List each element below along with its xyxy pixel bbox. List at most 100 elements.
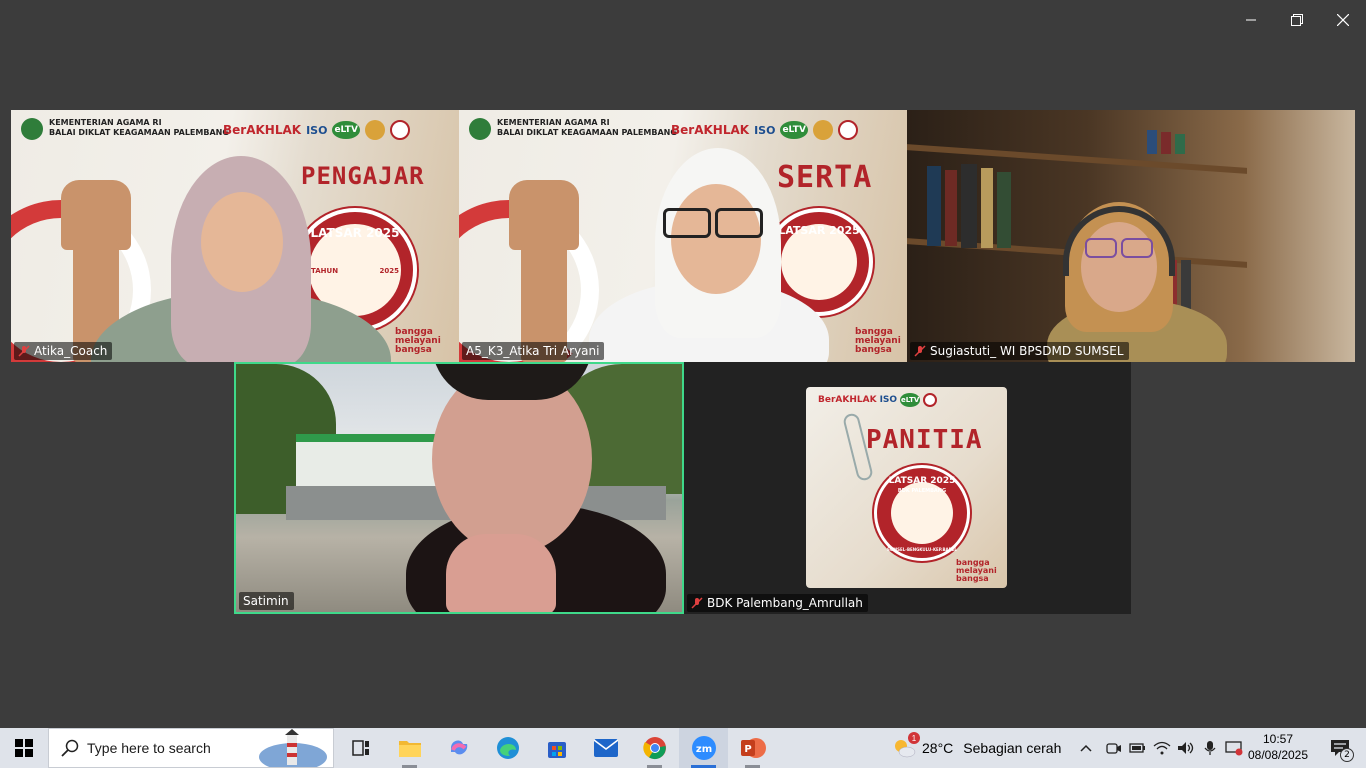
berakhlak-logo: BerAKHLAK	[671, 123, 750, 137]
seal-title: LATSAR 2025	[888, 476, 956, 486]
screen-recording-button[interactable]	[1224, 728, 1244, 768]
search-icon	[61, 739, 79, 757]
book	[927, 166, 941, 246]
window-controls	[1228, 0, 1366, 40]
book	[961, 164, 977, 248]
search-highlight-icon	[259, 729, 327, 767]
chrome-button[interactable]	[630, 728, 679, 768]
close-button[interactable]	[1320, 0, 1366, 40]
powerpoint-icon: P	[740, 738, 766, 758]
speaker-icon	[1178, 742, 1194, 754]
ministry-logo	[469, 118, 491, 140]
tagline-word-3: bangsa	[395, 345, 432, 355]
notification-count-badge: 2	[1340, 748, 1354, 762]
participant-name: Satimin	[243, 594, 289, 608]
show-hidden-icons-button[interactable]	[1076, 728, 1096, 768]
minimize-icon	[1246, 19, 1256, 21]
participant-video-glasses	[1085, 238, 1117, 258]
ministry-banner: KEMENTERIAN AGAMA RI BALAI DIKLAT KEAGAM…	[49, 118, 229, 138]
latsar-seal: LATSAR 2025 BDK PALEMBANG SUMSEL-BENGKUL…	[874, 465, 970, 561]
network-button[interactable]	[1152, 728, 1172, 768]
berakhlak-logo: BerAKHLAK	[223, 123, 302, 137]
participant-tile-active-speaker[interactable]: Satimin	[234, 362, 684, 614]
minimize-button[interactable]	[1228, 0, 1274, 40]
store-icon	[547, 742, 566, 758]
seal-tahun: TAHUN	[311, 267, 339, 275]
start-button[interactable]	[0, 728, 48, 768]
svg-text:zm: zm	[695, 744, 711, 755]
ministry-logo	[21, 118, 43, 140]
restore-button[interactable]	[1274, 0, 1320, 40]
book	[997, 172, 1011, 248]
weather-widget[interactable]: 1 28°C Sebagian cerah	[892, 728, 1061, 768]
chevron-up-icon	[1080, 744, 1092, 752]
participant-video-glasses	[715, 208, 763, 238]
participant-video-glasses	[1121, 238, 1153, 258]
tagline: bangga melayani bangsa	[855, 328, 901, 355]
iso-logo: ISO	[306, 123, 328, 137]
book	[981, 168, 993, 248]
iso-logo: ISO	[879, 395, 898, 405]
battery-plug-icon	[1129, 743, 1145, 753]
battery-button[interactable]	[1128, 728, 1148, 768]
weather-description: Sebagian cerah	[963, 740, 1062, 756]
berakhlak-logo: BerAKHLAK	[818, 395, 877, 405]
tagline: bangga melayani bangsa	[395, 328, 441, 355]
microphone-icon	[1204, 741, 1216, 755]
participant-tile[interactable]: KEMENTERIAN AGAMA RI BALAI DIKLAT KEAGAM…	[459, 110, 907, 362]
restore-icon	[1291, 14, 1303, 26]
participant-tile[interactable]: KEMENTERIAN AGAMA RI BALAI DIKLAT KEAGAM…	[11, 110, 459, 362]
participant-video-face	[671, 184, 761, 294]
participant-name-tag: BDK Palembang_Amrullah	[687, 594, 868, 612]
tagline-word-3: bangsa	[956, 574, 989, 583]
slide-title: PENGAJAR	[301, 162, 425, 190]
microsoft-store-button[interactable]	[532, 728, 581, 768]
file-explorer-button[interactable]	[385, 728, 434, 768]
logo-row: BerAKHLAK ISO eLTV	[223, 120, 410, 140]
seal-year: 2025	[379, 267, 399, 275]
tagline-word-3: bangsa	[855, 345, 892, 355]
slide-title: PANITIA	[866, 425, 983, 455]
edge-button[interactable]	[483, 728, 532, 768]
copilot-button[interactable]	[434, 728, 483, 768]
participant-name: Atika_Coach	[34, 344, 108, 358]
taskbar-search-box[interactable]: Type here to search	[48, 728, 334, 768]
participant-video-face	[201, 192, 283, 292]
iso-logo: ISO	[754, 123, 776, 137]
microphone-in-use-button[interactable]	[1200, 728, 1220, 768]
participant-name: BDK Palembang_Amrullah	[707, 596, 863, 610]
participant-name: Sugiastuti_ WI BPSDMD SUMSEL	[930, 344, 1124, 358]
search-placeholder: Type here to search	[87, 740, 211, 756]
mic-muted-icon	[914, 345, 926, 357]
zoom-button[interactable]: zm	[679, 728, 728, 768]
eltv-logo: eLTV	[900, 393, 921, 407]
institution-name: BALAI DIKLAT KEAGAMAAN PALEMBANG	[497, 128, 677, 137]
clock[interactable]: 10:57 08/08/2025	[1244, 731, 1312, 763]
folder-icon	[398, 741, 421, 757]
participant-name: A5_K3_Atika Tri Aryani	[466, 344, 600, 358]
weather-icon: 1	[892, 732, 920, 760]
participant-video-glasses	[663, 208, 711, 238]
seal-title: LATSAR 2025	[310, 226, 400, 240]
profile-picture: BerAKHLAK ISO eLTV PANITIA LATSAR 2025 B…	[806, 387, 1007, 588]
powerpoint-button[interactable]: P	[728, 728, 777, 768]
institution-name: BALAI DIKLAT KEAGAMAAN PALEMBANG	[49, 128, 229, 137]
participant-video-hand	[446, 534, 556, 612]
task-view-icon	[351, 740, 369, 756]
volume-button[interactable]	[1176, 728, 1196, 768]
mail-button[interactable]	[581, 728, 630, 768]
slide-title: SERTA	[777, 160, 873, 195]
ministry-banner: KEMENTERIAN AGAMA RI BALAI DIKLAT KEAGAM…	[497, 118, 677, 138]
task-view-button[interactable]	[336, 728, 385, 768]
participant-name-tag: A5_K3_Atika Tri Aryani	[462, 342, 605, 360]
meet-now-button[interactable]	[1104, 728, 1124, 768]
eltv-logo: eLTV	[780, 121, 808, 139]
participant-tile[interactable]: Sugiastuti_ WI BPSDMD SUMSEL	[907, 110, 1355, 362]
pusaka-logo	[812, 120, 833, 140]
seal-logo	[389, 120, 410, 140]
zoom-icon: zm	[691, 736, 716, 760]
notification-center-button[interactable]: 2	[1320, 728, 1360, 768]
screen-record-icon	[1225, 741, 1243, 756]
chrome-icon	[642, 737, 666, 760]
copilot-icon	[450, 740, 467, 755]
